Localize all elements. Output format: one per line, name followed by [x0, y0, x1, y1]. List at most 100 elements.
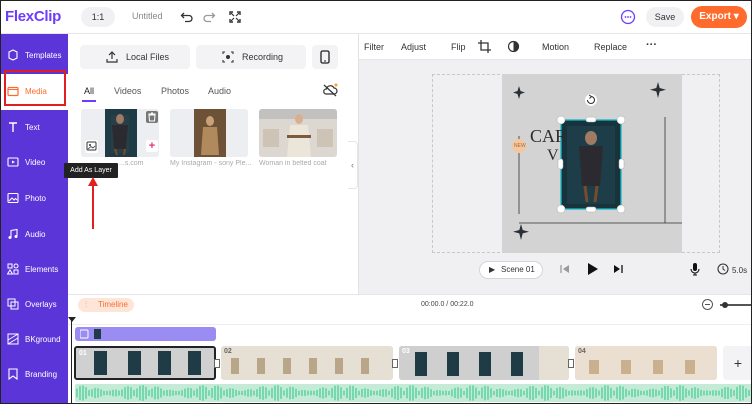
sidebar-item-label: Audio — [25, 230, 46, 239]
save-button[interactable]: Save — [646, 7, 684, 27]
transition-handle[interactable] — [214, 359, 220, 368]
chat-icon[interactable] — [620, 9, 636, 25]
scene-label: Scene 01 — [501, 265, 535, 274]
zoom-out-icon[interactable] — [702, 299, 713, 310]
clip-thumbnails — [575, 346, 717, 380]
local-files-button[interactable]: Local Files — [80, 45, 190, 69]
audio-icon — [8, 228, 18, 239]
crop-icon[interactable] — [478, 40, 491, 55]
tab-photos[interactable]: Photos — [161, 86, 189, 96]
add-to-timeline-button[interactable]: + — [146, 140, 158, 152]
media-item[interactable]: + — [81, 109, 159, 157]
flip-button[interactable]: Flip — [451, 42, 466, 52]
scene-selector[interactable]: ▶ Scene 01 — [479, 261, 543, 279]
sidebar-item-elements[interactable]: Elements — [1, 252, 68, 288]
timeline-icon: ⫶ — [85, 300, 87, 309]
media-caption: My Instagram - sony Ple... — [170, 160, 252, 167]
playhead-marker[interactable] — [68, 317, 76, 322]
tab-all[interactable]: All — [84, 86, 94, 96]
media-item[interactable] — [170, 109, 248, 157]
microphone-icon[interactable] — [689, 262, 701, 278]
timeline-clip[interactable]: 03 — [399, 346, 569, 380]
clip-thumbnails — [76, 348, 214, 378]
sidebar-item-video[interactable]: Video — [1, 145, 68, 181]
collapse-panel-button[interactable]: ‹ — [348, 141, 358, 189]
timecode: 00:00.0 / 00:22.0 — [421, 301, 474, 308]
video-icon — [7, 157, 19, 167]
sidebar-item-label: Video — [25, 158, 46, 167]
recording-button[interactable]: Recording — [196, 45, 306, 69]
export-button[interactable]: Export ▾ — [691, 6, 747, 28]
sidebar-item-photo[interactable]: Photo — [1, 181, 68, 217]
cloud-off-icon[interactable] — [322, 82, 338, 98]
delete-icon[interactable] — [146, 111, 158, 123]
skip-back-icon[interactable] — [559, 263, 571, 277]
upload-icon — [106, 51, 118, 63]
clip-number: 04 — [578, 348, 586, 355]
tab-audio[interactable]: Audio — [208, 86, 231, 96]
phone-icon — [320, 50, 330, 64]
sidebar-item-overlays[interactable]: Overlays — [1, 287, 68, 323]
clock-icon — [717, 263, 729, 277]
branding-icon — [8, 368, 18, 380]
photo-icon — [7, 192, 19, 204]
stage-artwork — [502, 74, 682, 253]
timeline-clip[interactable]: 02 — [221, 346, 393, 380]
timeline-clip[interactable]: 01 — [74, 346, 216, 380]
video-stage[interactable]: CAR V NEW — [502, 74, 682, 253]
add-as-layer-icon[interactable] — [85, 140, 98, 153]
opacity-icon[interactable] — [507, 40, 520, 55]
time-ruler[interactable] — [68, 317, 751, 325]
top-bar: FlexClip 1:1 Untitled Save Export ▾ — [1, 1, 751, 34]
audio-waveform — [76, 385, 750, 401]
sidebar-item-branding[interactable]: Branding — [1, 357, 68, 393]
project-title[interactable]: Untitled — [132, 11, 163, 21]
play-button[interactable] — [586, 262, 599, 278]
fullscreen-icon[interactable] — [227, 9, 243, 25]
timeline-clip[interactable]: 04 — [575, 346, 717, 380]
transition-handle[interactable] — [568, 359, 574, 368]
more-icon[interactable]: ··· — [646, 39, 657, 51]
aspect-ratio-button[interactable]: 1:1 — [81, 7, 115, 27]
background-icon — [7, 333, 19, 345]
clip-thumbnails — [399, 346, 569, 380]
motion-button[interactable]: Motion — [542, 42, 569, 52]
tab-videos[interactable]: Videos — [114, 86, 141, 96]
timeline-panel: ⫶ Timeline 00:00.0 / 00:22.0 01 02 03 04… — [68, 294, 751, 403]
filter-button[interactable]: Filter — [364, 42, 384, 52]
adjust-button[interactable]: Adjust — [401, 42, 426, 52]
redo-icon[interactable] — [201, 9, 217, 25]
playhead-line — [71, 317, 72, 403]
edit-toolbar: Filter Adjust Flip Motion Replace ··· — [359, 34, 751, 60]
clip-number: 03 — [402, 348, 410, 355]
chevron-left-icon: ‹ — [351, 160, 354, 170]
clip-thumbnails — [221, 346, 393, 380]
skip-forward-icon[interactable] — [612, 263, 624, 277]
mobile-upload-button[interactable] — [312, 45, 338, 69]
elements-icon — [7, 263, 19, 275]
timeline-label: Timeline — [98, 300, 128, 309]
media-item[interactable] — [259, 109, 337, 157]
layer-track[interactable] — [75, 327, 216, 341]
sidebar-item-label: BKground — [25, 335, 61, 344]
flexclip-logo: FlexClip — [5, 8, 61, 25]
add-scene-button[interactable]: + — [723, 346, 751, 380]
sidebar-item-text[interactable]: Text — [1, 110, 68, 146]
export-label: Export — [699, 11, 731, 22]
sidebar-item-templates[interactable]: Templates — [1, 38, 68, 74]
record-icon — [222, 51, 234, 63]
scene-duration[interactable]: 5.0s — [732, 266, 747, 275]
canvas-area: Filter Adjust Flip Motion Replace ··· CA… — [358, 34, 751, 294]
stage-title-text: CAR — [530, 126, 568, 146]
sidebar-item-bkground[interactable]: BKground — [1, 322, 68, 358]
transition-handle[interactable] — [392, 359, 398, 368]
chevron-down-icon: ▾ — [733, 11, 739, 22]
timeline-toggle-button[interactable]: ⫶ Timeline — [78, 298, 134, 312]
replace-button[interactable]: Replace — [594, 42, 627, 52]
undo-icon[interactable] — [179, 9, 195, 25]
zoom-slider-handle[interactable] — [722, 302, 728, 308]
play-icon: ▶ — [489, 265, 496, 274]
sidebar-item-audio[interactable]: Audio — [1, 217, 68, 253]
audio-track[interactable] — [75, 384, 751, 402]
media-caption: Woman in belted coat — [259, 160, 327, 167]
